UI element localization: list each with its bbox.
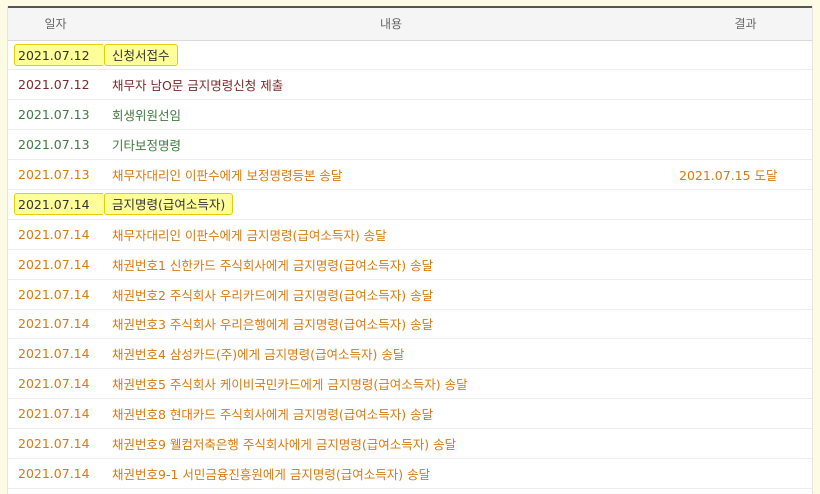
row-content: 채무자대리인 이판수에게 보정명령등본 송달 <box>112 168 343 183</box>
row-content-cell: 채권번호8 현대카드 주식회사에게 금지명령(급여소득자) 송달 <box>103 398 679 430</box>
header-content: 내용 <box>103 6 679 41</box>
row-date: 2021.07.12 <box>18 77 90 93</box>
case-progress-panel: 일자 내용 결과 2021.07.12 신청서접수 2021.07.12 채무자 남O… <box>7 6 813 494</box>
row-result-cell <box>679 249 812 280</box>
row-content: 채권번호9-1 서민금융진흥원에게 금지명령(급여소득자) 송달 <box>112 466 431 482</box>
table-row: 2021.07.14 금지명령(급여소득자) <box>8 189 812 220</box>
row-content-cell: 채권번호9 웰컴저축은행 주식회사에게 금지명령(급여소득자) 송달 <box>103 428 679 459</box>
row-result-cell <box>679 428 812 459</box>
row-date-cell: 2021.07.14 <box>8 309 103 340</box>
row-content: 채권번호1 신한카드 주식회사에게 금지명령(급여소득자) 송달 <box>112 257 434 273</box>
row-result-cell <box>679 368 812 400</box>
row-content: 채권번호8 현대카드 주식회사에게 금지명령(급여소득자) 송달 <box>112 407 434 423</box>
row-date-cell: 2021.07.12 <box>8 40 103 71</box>
row-date-cell: 2021.07.13 <box>8 99 103 131</box>
row-content: 채무자 남O문 금지명령신청 제출 <box>112 78 284 94</box>
row-content: 회생위원선임 <box>112 108 182 124</box>
table-row: 2021.07.13 채무자대리인 이판수에게 보정명령등본 송달 2021.07.… <box>8 159 812 190</box>
row-content: 채권번호3 주식회사 우리은행에게 금지명령(급여소득자) 송달 <box>112 317 434 333</box>
row-content: 채무자대리인 이판수에게 금지명령(급여소득자) 송달 <box>112 227 387 243</box>
row-result-cell <box>679 99 812 131</box>
row-result-cell <box>679 398 812 430</box>
row-date-cell: 2021.07.14 <box>8 219 103 250</box>
row-result-cell <box>679 189 812 220</box>
row-date: 2021.07.14 <box>18 465 90 481</box>
row-content: 채권번호4 삼성카드(주)에게 금지명령(급여소득자) 송달 <box>112 347 405 363</box>
row-date: 2021.07.14 <box>18 436 90 452</box>
row-content-cell: 채권번호9-1 서민금융진흥원에게 금지명령(급여소득자) 송달 <box>103 458 679 489</box>
row-date-cell: 2021.07.12 <box>8 69 103 101</box>
header-row: 일자 내용 결과 <box>8 6 812 41</box>
row-content: 신청서접수 <box>104 43 178 66</box>
row-date: 2021.07.12 <box>14 43 103 66</box>
row-content-cell: 채무자대리인 이판수에게 금지명령(급여소득자) 송달 <box>103 219 679 250</box>
row-date: 2021.07.14 <box>14 193 103 216</box>
table-row: 2021.07.14 채권번호2 주식회사 우리카드에게 금지명령(급여소득자) … <box>8 279 812 310</box>
table-row: 2021.07.13 기타보정명령 <box>8 129 812 161</box>
row-date: 2021.07.13 <box>18 137 90 153</box>
row-date: 2021.07.13 <box>18 107 90 123</box>
row-date-cell: 2021.07.14 <box>8 249 103 280</box>
row-content-cell: 채무자 남O문 금지명령신청 제출 <box>103 69 679 101</box>
row-content-cell: 채무자대리인 이판수에게 보정명령등본 송달 <box>103 159 679 190</box>
row-date-cell: 2021.07.14 <box>8 398 103 430</box>
row-date: 2021.07.14 <box>18 226 90 242</box>
row-result-cell <box>679 338 812 370</box>
row-result-cell <box>679 129 812 161</box>
row-date-cell: 2021.07.14 <box>8 368 103 400</box>
table-row: 2021.07.14 채권번호8 현대카드 주식회사에게 금지명령(급여소득자) … <box>8 398 812 430</box>
row-content: 채권번호9 웰컴저축은행 주식회사에게 금지명령(급여소득자) 송달 <box>112 437 457 453</box>
row-result-cell <box>679 219 812 250</box>
row-date: 2021.07.14 <box>18 346 90 362</box>
table-body: 2021.07.12 신청서접수 2021.07.12 채무자 남O문 금지명령신청 … <box>8 40 812 489</box>
row-date: 2021.07.14 <box>18 256 90 272</box>
row-content: 금지명령(급여소득자) <box>104 193 234 216</box>
table-row: 2021.07.12 채무자 남O문 금지명령신청 제출 <box>8 69 812 101</box>
row-content: 채권번호5 주식회사 케이비국민카드에게 금지명령(급여소득자) 송달 <box>112 377 468 393</box>
row-result-cell <box>679 458 812 489</box>
table-row: 2021.07.14 채무자대리인 이판수에게 금지명령(급여소득자) 송달 <box>8 219 812 250</box>
row-date-cell: 2021.07.14 <box>8 428 103 459</box>
table-row: 2021.07.14 채권번호5 주식회사 케이비국민카드에게 금지명령(급여소득… <box>8 368 812 400</box>
row-content: 채권번호2 주식회사 우리카드에게 금지명령(급여소득자) 송달 <box>112 287 434 303</box>
row-result-cell <box>679 40 812 71</box>
row-date-cell: 2021.07.13 <box>8 129 103 161</box>
row-result-cell <box>679 69 812 101</box>
table-row: 2021.07.14 채권번호9-1 서민금융진흥원에게 금지명령(급여소득자) … <box>8 458 812 489</box>
row-result: 2021.07.15 도달 <box>679 168 778 183</box>
table-row: 2021.07.12 신청서접수 <box>8 40 812 71</box>
row-date: 2021.07.14 <box>18 406 90 422</box>
table-header: 일자 내용 결과 <box>8 6 812 41</box>
table-row: 2021.07.14 채권번호1 신한카드 주식회사에게 금지명령(급여소득자) … <box>8 249 812 280</box>
row-content-cell: 채권번호4 삼성카드(주)에게 금지명령(급여소득자) 송달 <box>103 338 679 370</box>
row-date: 2021.07.14 <box>18 316 90 332</box>
row-content-cell: 채권번호1 신한카드 주식회사에게 금지명령(급여소득자) 송달 <box>103 249 679 280</box>
case-progress-table: 일자 내용 결과 2021.07.12 신청서접수 2021.07.12 채무자 남O… <box>8 6 812 489</box>
row-content-cell: 금지명령(급여소득자) <box>103 189 679 220</box>
table-row: 2021.07.14 채권번호9 웰컴저축은행 주식회사에게 금지명령(급여소득자… <box>8 428 812 459</box>
row-date-cell: 2021.07.13 <box>8 159 103 190</box>
row-content-cell: 채권번호2 주식회사 우리카드에게 금지명령(급여소득자) 송달 <box>103 279 679 310</box>
row-date: 2021.07.14 <box>18 286 90 302</box>
row-content: 기타보정명령 <box>112 138 182 154</box>
row-content-cell: 채권번호5 주식회사 케이비국민카드에게 금지명령(급여소득자) 송달 <box>103 368 679 400</box>
table-row: 2021.07.14 채권번호4 삼성카드(주)에게 금지명령(급여소득자) 송달 <box>8 338 812 370</box>
row-content-cell: 기타보정명령 <box>103 129 679 161</box>
row-date: 2021.07.14 <box>18 376 90 392</box>
row-date-cell: 2021.07.14 <box>8 189 103 220</box>
row-date: 2021.07.13 <box>18 167 90 182</box>
row-date-cell: 2021.07.14 <box>8 338 103 370</box>
table-row: 2021.07.14 채권번호3 주식회사 우리은행에게 금지명령(급여소득자) … <box>8 309 812 340</box>
table-row: 2021.07.13 회생위원선임 <box>8 99 812 131</box>
row-content-cell: 회생위원선임 <box>103 99 679 131</box>
row-result-cell <box>679 279 812 310</box>
row-result-cell: 2021.07.15 도달 <box>679 159 812 190</box>
row-date-cell: 2021.07.14 <box>8 458 103 489</box>
header-result: 결과 <box>679 6 812 41</box>
row-date-cell: 2021.07.14 <box>8 279 103 310</box>
row-content-cell: 신청서접수 <box>103 40 679 71</box>
header-date: 일자 <box>8 6 103 41</box>
row-content-cell: 채권번호3 주식회사 우리은행에게 금지명령(급여소득자) 송달 <box>103 309 679 340</box>
row-result-cell <box>679 309 812 340</box>
